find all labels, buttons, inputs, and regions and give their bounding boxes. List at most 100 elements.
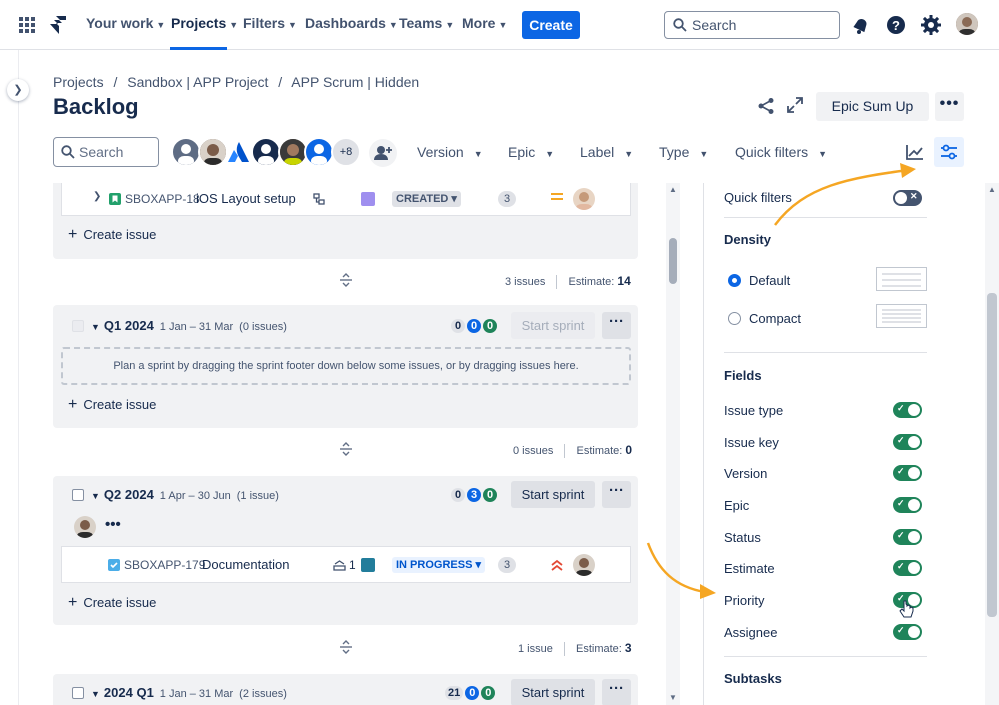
create-button[interactable]: Create (522, 11, 580, 39)
filter-epic[interactable]: Epic ▼ (508, 144, 554, 160)
notification-icon[interactable] (849, 13, 873, 37)
density-compact-label[interactable]: Compact (749, 311, 801, 326)
assignee-avatar[interactable] (573, 188, 595, 210)
nav-projects[interactable]: Projects ▼ (171, 15, 238, 31)
start-sprint-button[interactable]: Start sprint (511, 679, 595, 705)
scroll-up-icon[interactable]: ▲ (988, 185, 996, 194)
nav-more[interactable]: More ▼ (462, 15, 507, 31)
help-icon[interactable]: ? (884, 13, 908, 37)
settings-icon[interactable] (919, 13, 943, 37)
avatar[interactable] (198, 137, 228, 167)
sprint-more-button[interactable]: ··· (602, 312, 631, 339)
field-estimate-toggle[interactable]: ✓ (893, 560, 922, 576)
drag-handle-icon[interactable] (339, 273, 353, 287)
sprint-more-button[interactable]: ··· (602, 679, 631, 705)
breadcrumb-board[interactable]: APP Scrum | Hidden (291, 74, 419, 90)
child-issues-count: 1 (349, 558, 356, 572)
add-people-button[interactable] (369, 139, 397, 167)
epic-sum-up-button[interactable]: Epic Sum Up (816, 92, 929, 121)
field-issue-key-toggle[interactable]: ✓ (893, 434, 922, 450)
create-issue-button[interactable]: + Create issue (68, 226, 156, 244)
expand-chevron-icon[interactable]: ❯ (93, 191, 101, 202)
field-status-toggle[interactable]: ✓ (893, 529, 922, 545)
share-icon[interactable] (757, 97, 775, 115)
nav-your-work[interactable]: Your work ▼ (86, 15, 165, 31)
filter-label[interactable]: Label ▼ (580, 144, 633, 160)
scrollbar-thumb[interactable] (669, 238, 677, 284)
sprint-checkbox[interactable] (72, 489, 84, 501)
field-assignee-toggle[interactable]: ✓ (893, 624, 922, 640)
density-compact-preview (876, 304, 927, 328)
apps-grid-icon[interactable] (19, 17, 35, 33)
estimate-badge: 3 (498, 557, 516, 573)
board-scrollbar[interactable]: ▲ ▼ (666, 183, 680, 705)
density-default-label[interactable]: Default (749, 273, 790, 288)
issue-row[interactable]: SBOXAPP-179 Documentation 1 IN PROGRESS … (61, 546, 631, 583)
sprint-assignee-avatar[interactable] (74, 516, 96, 538)
filter-quick-filters[interactable]: Quick filters ▼ (735, 144, 827, 160)
sprint-checkbox[interactable] (72, 687, 84, 699)
nav-teams[interactable]: Teams ▼ (399, 15, 454, 31)
sprint-header[interactable]: ▼ 2024 Q1 1 Jan – 31 Mar (2 issues) (91, 685, 287, 700)
header-more-button[interactable]: ••• (935, 92, 964, 121)
avatar[interactable] (251, 137, 281, 167)
filter-type[interactable]: Type ▼ (659, 144, 708, 160)
panel-scrollbar[interactable]: ▲ (985, 183, 999, 705)
avatar[interactable] (171, 137, 201, 167)
filter-version[interactable]: Version ▼ (417, 144, 483, 160)
drag-handle-icon[interactable] (339, 442, 353, 456)
create-issue-button[interactable]: + Create issue (68, 396, 156, 414)
breadcrumb-project[interactable]: Sandbox | APP Project (127, 74, 268, 90)
status-lozenge[interactable]: CREATED ▾ (392, 191, 461, 207)
priority-medium-icon (550, 192, 564, 202)
issue-key[interactable]: SBOXAPP-18 (125, 192, 200, 206)
breadcrumb: Projects / Sandbox | APP Project / APP S… (53, 74, 420, 90)
sprint-header[interactable]: ▼ Q1 2024 1 Jan – 31 Mar (0 issues) (91, 318, 287, 333)
scroll-up-icon[interactable]: ▲ (669, 185, 677, 194)
sidebar-edge (18, 50, 19, 705)
issue-key[interactable]: SBOXAPP-179 (124, 558, 205, 572)
start-sprint-button[interactable]: Start sprint (511, 312, 595, 339)
backlog-board: ❯ SBOXAPP-18 iOS Layout setup CREATED ▾ … (53, 183, 638, 705)
annotation-arrow (774, 163, 916, 226)
nav-dashboards[interactable]: Dashboards ▼ (305, 15, 398, 31)
jira-logo-icon[interactable] (46, 14, 68, 36)
avatar[interactable] (304, 137, 334, 167)
sprint-checkbox[interactable] (72, 320, 84, 332)
global-search-input[interactable]: Search (664, 11, 840, 39)
density-default-radio[interactable] (728, 274, 741, 287)
field-estimate-label: Estimate (724, 561, 775, 576)
issue-status-counts: 21 0 0 (443, 686, 496, 700)
more-assignees-badge[interactable]: +8 (331, 137, 361, 167)
expand-sidebar-button[interactable]: ❯ (7, 79, 29, 101)
scrollbar-thumb[interactable] (987, 293, 997, 617)
create-issue-button[interactable]: + Create issue (68, 594, 156, 612)
start-sprint-button[interactable]: Start sprint (511, 481, 595, 508)
issue-summary[interactable]: Documentation (202, 557, 289, 572)
breadcrumb-projects[interactable]: Projects (53, 74, 104, 90)
field-epic-toggle[interactable]: ✓ (893, 497, 922, 513)
fullscreen-icon[interactable] (787, 97, 803, 113)
more-assignees-button[interactable]: ••• (105, 516, 121, 533)
atlassian-logo-icon[interactable] (227, 142, 251, 162)
profile-avatar[interactable] (956, 13, 978, 35)
field-issue-type-label: Issue type (724, 403, 784, 418)
nav-active-indicator (170, 47, 227, 50)
sprint-header[interactable]: ▼ Q2 2024 1 Apr – 30 Jun (1 issue) (91, 487, 279, 502)
view-settings-button[interactable] (934, 137, 964, 167)
assignee-avatar[interactable] (573, 554, 595, 576)
status-lozenge[interactable]: IN PROGRESS ▾ (392, 557, 485, 573)
sprint-more-button[interactable]: ··· (602, 481, 631, 508)
svg-text:?: ? (892, 18, 900, 33)
nav-filters[interactable]: Filters ▼ (243, 15, 297, 31)
sprint-drop-zone[interactable]: Plan a sprint by dragging the sprint foo… (61, 347, 631, 385)
field-issue-type-toggle[interactable]: ✓ (893, 402, 922, 418)
field-version-toggle[interactable]: ✓ (893, 465, 922, 481)
backlog-search-input[interactable]: Search (53, 137, 159, 167)
scroll-down-icon[interactable]: ▼ (669, 693, 677, 702)
subtask-icon (313, 193, 325, 205)
density-compact-radio[interactable] (728, 312, 741, 325)
drag-handle-icon[interactable] (339, 640, 353, 654)
issue-summary[interactable]: iOS Layout setup (196, 191, 296, 206)
issue-row[interactable]: ❯ SBOXAPP-18 iOS Layout setup CREATED ▾ … (61, 183, 631, 216)
